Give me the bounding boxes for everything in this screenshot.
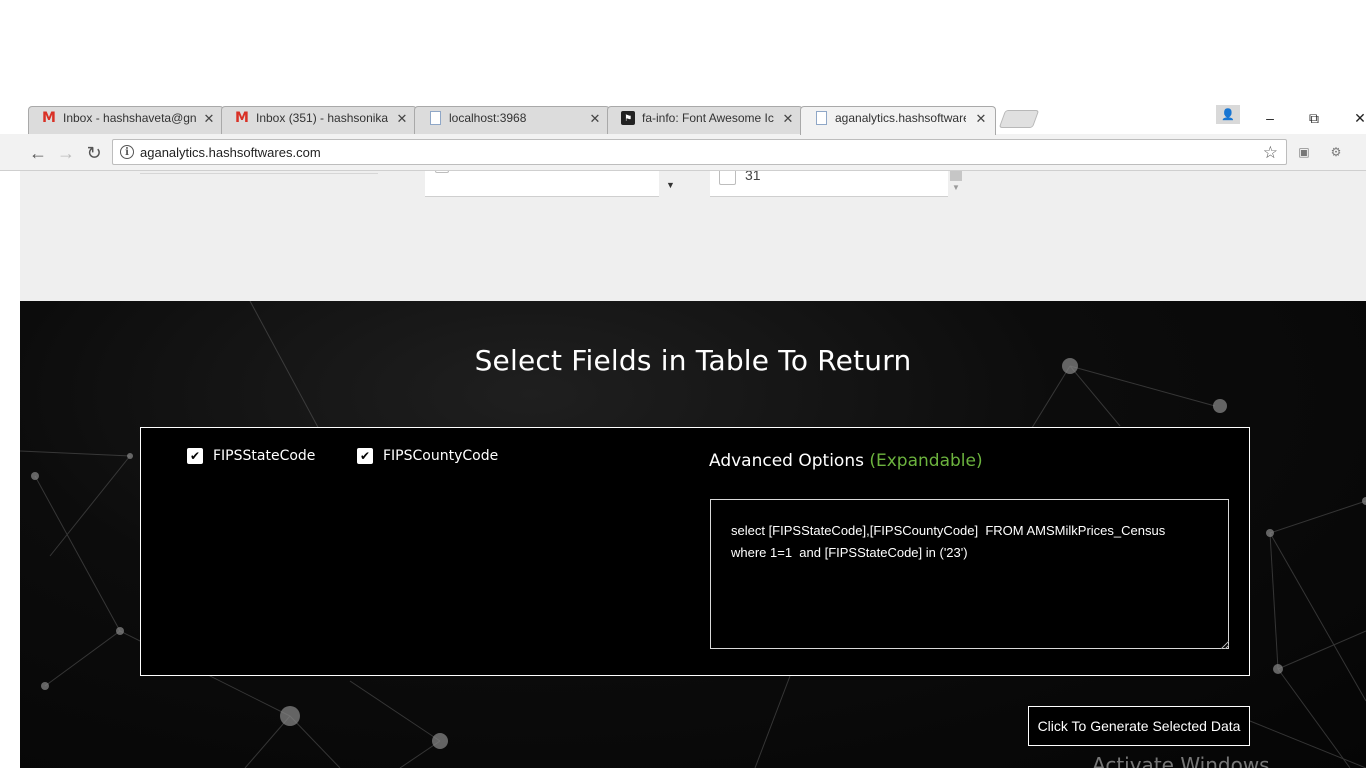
activation-watermark: Activate Windows [1092,753,1270,768]
new-tab-button[interactable] [998,110,1040,128]
advanced-options-label: Advanced Options [709,451,864,471]
tab-close-icon[interactable]: ✕ [781,111,795,127]
list-item-label: 31 [745,171,761,183]
minimize-button[interactable]: – [1250,106,1290,130]
tab-title: aganalytics.hashsoftware [835,111,966,125]
sql-query-textarea[interactable]: select [FIPSStateCode],[FIPSCountyCode] … [710,499,1229,649]
desktop-blank-area [0,0,1366,104]
extension-bag-icon[interactable]: ▣ [1295,143,1313,161]
close-window-button[interactable]: ✕ [1340,106,1366,130]
generate-data-button[interactable]: Click To Generate Selected Data [1028,706,1250,746]
scroll-down-arrow-icon[interactable]: ▼ [952,183,960,192]
input-underline [140,173,378,174]
address-bar[interactable]: i aganalytics.hashsoftwares.com ☆ [112,139,1287,165]
document-icon [814,111,828,125]
tab-content: aganalytics.hashsoftware [814,104,966,132]
advanced-options-toggle[interactable]: Advanced Options (Expandable) [709,451,983,471]
reload-icon[interactable]: ↻ [83,142,105,164]
resize-handle-icon[interactable] [1221,641,1229,649]
page-content: ▼ 31 ▼ Select Fields in Table To Return … [20,171,1366,768]
tab-close-icon[interactable]: ✕ [395,111,409,127]
tab-content: M Inbox (351) - hashsonika [235,104,390,132]
fields-section: Select Fields in Table To Return ✔ FIPSS… [20,301,1366,768]
tab-content: localhost:3968 [428,104,583,132]
expandable-hint: (Expandable) [869,451,983,471]
field-label: FIPSCountyCode [383,448,499,464]
scrollbar-thumb[interactable] [950,171,962,181]
gmail-icon: M [235,110,249,126]
tab-close-icon[interactable]: ✕ [974,111,988,127]
caret-down-icon[interactable]: ▼ [666,180,675,190]
section-title: Select Fields in Table To Return [474,344,912,377]
field-option-fipscountycode[interactable]: ✔ FIPSCountyCode [357,448,498,464]
tab-strip: M Inbox - hashshaveta@gn ✕ M Inbox (351)… [0,104,1366,135]
forward-arrow-icon[interactable]: → [55,142,77,164]
checkbox-checked[interactable]: ✔ [357,448,373,464]
tab-close-icon[interactable]: ✕ [588,111,602,127]
fields-panel: ✔ FIPSStateCode ✔ FIPSCountyCode Advance… [140,427,1250,676]
bookmark-star-icon[interactable]: ☆ [1263,143,1278,163]
flag-icon: ⚑ [621,111,635,125]
tab-content: ⚑ fa-info: Font Awesome Ic [621,104,776,132]
restore-button[interactable]: ⧉ [1294,106,1334,130]
field-label: FIPSStateCode [213,448,316,464]
tab-content: M Inbox - hashshaveta@gn [42,104,197,132]
info-icon[interactable]: i [120,145,134,159]
profile-icon[interactable]: 👤 [1216,105,1240,124]
checkbox[interactable] [719,171,736,185]
back-arrow-icon[interactable]: ← [27,142,49,164]
url-text[interactable]: aganalytics.hashsoftwares.com [140,145,321,160]
checkbox-checked[interactable]: ✔ [187,448,203,464]
tab-title: Inbox - hashshaveta@gn [63,111,197,125]
tab-close-icon[interactable]: ✕ [202,111,216,127]
gmail-icon: M [42,110,56,126]
field-option-fipsstatecode[interactable]: ✔ FIPSStateCode [187,448,315,464]
extension-badge-icon[interactable]: ⚙ [1327,143,1345,161]
tab-title: Inbox (351) - hashsonika [256,111,389,125]
browser-toolbar: ← → ↻ i aganalytics.hashsoftwares.com ☆ … [0,134,1366,171]
dropdown-select[interactable] [425,171,659,197]
value-listbox[interactable]: 31 [710,171,948,197]
tab-title: localhost:3968 [449,111,527,125]
tab-title: fa-info: Font Awesome Ic [642,111,774,125]
filter-area: ▼ 31 ▼ [20,171,1366,301]
document-icon [428,111,442,125]
checkbox[interactable] [435,171,449,173]
